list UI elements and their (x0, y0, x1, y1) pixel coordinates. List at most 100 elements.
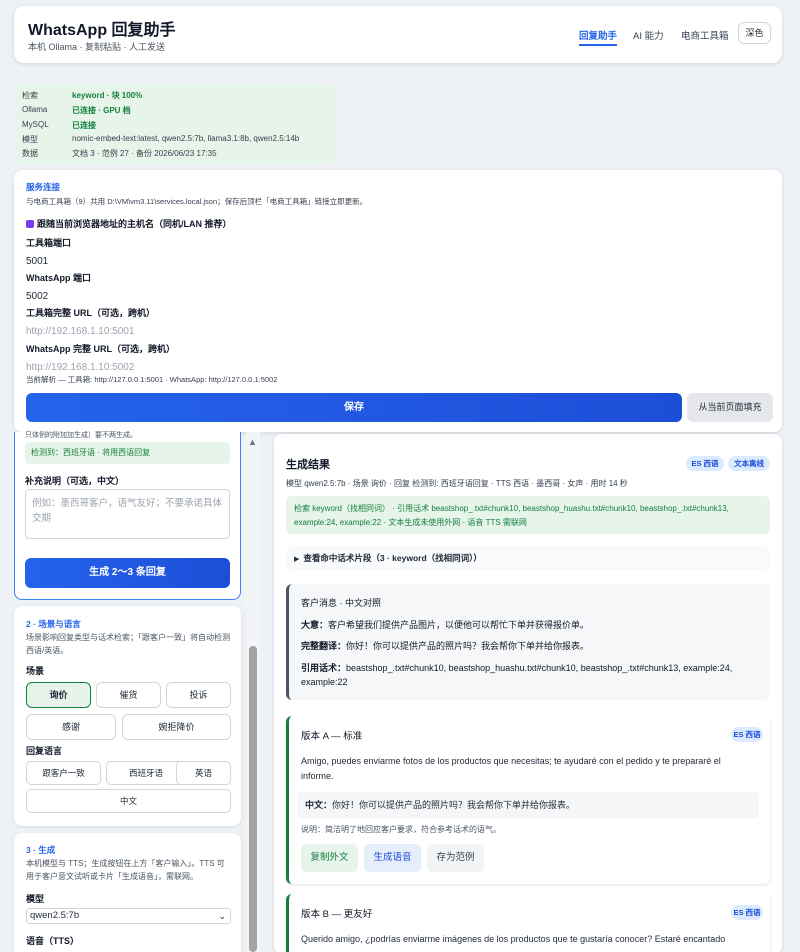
retrieval-line: example:24, example:22 · 文本生成未使用外网 · 语音 … (294, 518, 527, 527)
scene-chip-thanks[interactable]: 感谢 (26, 714, 116, 740)
version-title: 版本 B — 更友好 (301, 909, 373, 920)
customer-message-card: 客户消息 · 中文对照 大意：客户希望我们提供产品图片，以便他可以帮忙下单并获得… (286, 584, 770, 700)
model-select[interactable]: qwen2.5:7b ⌄ (26, 908, 231, 924)
results-title: 生成结果 (286, 459, 330, 471)
status-value: nomic-embed-text:latest, qwen2.5:7b, lla… (72, 134, 300, 143)
customer-cited: 引用话术：beastshop_.txt#chunk10, beastshop_h… (301, 661, 769, 689)
snippets-label: 查看命中话术片段（3 · keyword（找相同词）） (303, 553, 482, 563)
generate-settings-panel: 3 · 生成 本机模型与 TTS；生成按钮在上方「客户输入」。TTS 可用于客户… (14, 833, 241, 952)
results-meta: 模型 qwen2.5:7b · 场景 询价 · 回复 检测到: 西班牙语回复 ·… (286, 479, 628, 488)
version-text-line: Querido amigo, ¿podrías enviarme imágene… (301, 934, 726, 944)
note-textarea[interactable]: 例如：墨西哥客户，语气友好；不要承诺具体交期 (25, 489, 230, 539)
theme-toggle-button[interactable]: 深色 (738, 22, 771, 44)
status-key: MySQL (22, 120, 49, 129)
wa-url-label: WhatsApp 完整 URL（可选，跨机） (26, 344, 175, 354)
version-chinese-box: 中文：你好！你可以提供产品的照片吗？我会帮你下单并给你报表。 (297, 792, 759, 818)
wa-port-label: WhatsApp 端口 (26, 273, 91, 283)
zh-text: 你好！你可以提供产品的照片吗？我会帮你下单并给你报表。 (332, 800, 576, 810)
snippets-disclosure[interactable]: ▶ 查看命中话术片段（3 · keyword（找相同词）） (286, 546, 770, 570)
language-detected-badge: 检测到：西班牙语 · 将用西语回复 (25, 442, 230, 464)
scene-label: 场景 (26, 666, 45, 676)
lang-chip-english[interactable]: 英语 (176, 761, 231, 785)
disclosure-triangle-icon: ▶ (294, 556, 300, 563)
wa-url-input[interactable]: http://192.168.1.10:5002 (26, 362, 134, 373)
version-lang-badge: ES 西语 (731, 905, 763, 920)
nav-ai-capabilities[interactable]: AI 能力 (633, 28, 664, 42)
status-value: 文档 3 · 范例 27 · 备份 2026/06/23 17:35 (72, 149, 217, 158)
app-header: WhatsApp 回复助手 本机 Ollama · 复制粘贴 · 人工发送 回复… (14, 6, 782, 63)
service-connection-panel: 服务连接 与电商工具箱（9）共用 D:\VM\vm3.11\services.l… (14, 170, 782, 432)
cited-text-cont: example:22 (301, 677, 348, 687)
section-desc: 本机模型与 TTS；生成按钮在上方「客户输入」。TTS 可用于客户意文试听或卡片… (26, 859, 225, 881)
scrollbar-thumb[interactable] (249, 646, 257, 952)
toolbox-url-input[interactable]: http://192.168.1.10:5001 (26, 326, 134, 337)
offline-badge: 文本离线 (728, 456, 770, 471)
save-as-example-button[interactable]: 存为范例 (427, 844, 484, 872)
lang-chip-chinese[interactable]: 中文 (26, 789, 231, 813)
zh-label: 中文： (305, 800, 333, 810)
status-value: keyword · 块 100% (72, 91, 143, 100)
chevron-down-icon: ⌄ (218, 911, 226, 921)
app-subtitle: 本机 Ollama · 复制粘贴 · 人工发送 (28, 42, 166, 52)
version-lang-badge: ES 西语 (731, 727, 763, 742)
fill-from-page-button[interactable]: 从当前页面填充 (687, 393, 773, 422)
scene-chip-urge[interactable]: 催货 (96, 682, 161, 708)
nav-reply-assistant[interactable]: 回复助手 (579, 28, 618, 46)
generate-voice-button[interactable]: 生成语音 (364, 844, 421, 872)
section-title: 3 · 生成 (26, 845, 56, 855)
lang-chip-spanish[interactable]: 西班牙语 (106, 761, 186, 785)
status-key: Ollama (22, 105, 48, 114)
retrieval-line: 检索 keyword（找相同词） · 引用话术 beastshop_.txt#c… (294, 504, 729, 513)
version-a-card: 版本 A — 标准 ES 西语 Amigo, puedes enviarme f… (286, 716, 770, 884)
clipped-text: 只体例的附加加生成）要不两生成。 (25, 432, 137, 439)
version-text-line: Amigo, puedes enviarme fotos de los prod… (301, 756, 721, 766)
model-select-value: qwen2.5:7b (30, 910, 80, 921)
checkbox-checked-icon (26, 220, 34, 228)
version-b-card: 版本 B — 更友好 ES 西语 Querido amigo, ¿podrías… (286, 894, 770, 952)
spanish-badge: ES 西语 (686, 456, 724, 471)
status-key: 模型 (22, 135, 38, 144)
status-panel: 检索 keyword · 块 100% Ollama 已连接 · GPU 档 M… (14, 84, 336, 164)
section-title: 2 · 场景与语言 (26, 619, 81, 629)
service-note: 与电商工具箱（9）共用 D:\VM\vm3.11\services.local.… (26, 197, 368, 206)
scene-chip-decline-discount[interactable]: 婉拒降价 (122, 714, 231, 740)
wa-port-input[interactable]: 5002 (26, 291, 48, 302)
cited-text: beastshop_.txt#chunk10, beastshop_huashu… (346, 663, 733, 673)
status-value: 已连接 · GPU 档 (72, 106, 131, 115)
status-value: 已连接 (72, 121, 96, 130)
app-title: WhatsApp 回复助手 (28, 22, 176, 39)
tts-label: 语音（TTS） (26, 936, 79, 946)
follow-hostname-checkbox[interactable]: 跟随当前浏览器地址的主机名（同机/LAN 推荐） (26, 217, 232, 230)
results-panel: 生成结果 ES 西语 文本离线 模型 qwen2.5:7b · 场景 询价 · … (274, 434, 782, 952)
gist-text: 客户希望我们提供产品图片，以便他可以帮忙下单并获得报价单。 (328, 620, 590, 630)
version-title: 版本 A — 标准 (301, 731, 363, 742)
nav-ecommerce-toolbox[interactable]: 电商工具箱 (681, 28, 729, 42)
save-button[interactable]: 保存 (26, 393, 682, 422)
note-label: 补充说明（可选，中文） (25, 476, 125, 486)
version-text-line: informe. (301, 771, 334, 781)
checkbox-label: 跟随当前浏览器地址的主机名（同机/LAN 推荐） (37, 219, 232, 229)
lang-chip-match-customer[interactable]: 跟客户一致 (26, 761, 101, 785)
scene-language-panel: 2 · 场景与语言 场景影响回复类型与话术检索；「跟客户一致」将自动检测西语/英… (14, 606, 241, 826)
scroll-up-arrow-icon[interactable]: ▲ (248, 437, 257, 447)
generate-replies-button[interactable]: 生成 2〜3 条回复 (25, 558, 230, 588)
copy-foreign-button[interactable]: 复制外文 (301, 844, 358, 872)
model-label: 模型 (26, 894, 45, 904)
section-desc: 场景影响回复类型与话术检索；「跟客户一致」将自动检测西语/英语。 (26, 633, 230, 655)
scene-chip-inquiry[interactable]: 询价 (26, 682, 91, 708)
cited-label: 引用话术： (301, 663, 347, 673)
version-explanation: 说明：简洁明了地回应客户要求，符合参考话术的语气。 (301, 825, 501, 834)
toolbox-url-label: 工具箱完整 URL（可选，跨机） (26, 308, 155, 318)
scene-chip-complaint[interactable]: 投诉 (166, 682, 231, 708)
translation-text: 你好！你可以提供产品的照片吗？我会帮你下单并给你报表。 (346, 641, 590, 651)
service-title: 服务连接 (26, 182, 61, 192)
toolbox-port-input[interactable]: 5001 (26, 256, 48, 267)
customer-input-panel: 只体例的附加加生成）要不两生成。 检测到：西班牙语 · 将用西语回复 补充说明（… (14, 432, 241, 600)
status-key: 检索 (22, 91, 38, 100)
customer-card-title: 客户消息 · 中文对照 (301, 598, 381, 608)
resolved-urls: 当前解析 — 工具箱: http://127.0.0.1:5001 · What… (26, 375, 278, 384)
customer-gist: 大意：客户希望我们提供产品图片，以便他可以帮忙下单并获得报价单。 (301, 618, 589, 632)
customer-translation: 完整翻译：你好！你可以提供产品的照片吗？我会帮你下单并给你报表。 (301, 639, 589, 653)
reply-language-label: 回复语言 (26, 746, 63, 756)
retrieval-info-box: 检索 keyword（找相同词） · 引用话术 beastshop_.txt#c… (286, 496, 770, 534)
